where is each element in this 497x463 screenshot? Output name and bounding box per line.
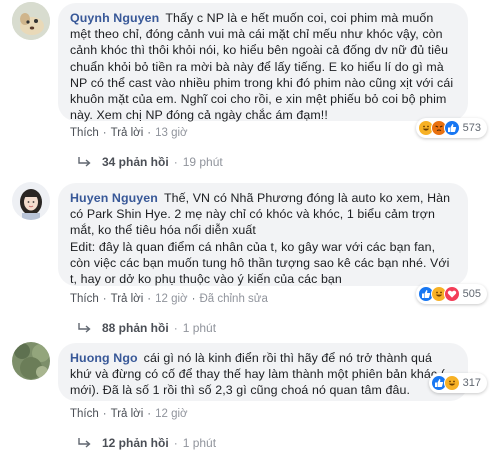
reply-button[interactable]: Trả lời [111, 293, 144, 305]
comment-timestamp[interactable]: 12 giờ [155, 408, 187, 420]
like-icon [443, 120, 460, 136]
avatar[interactable] [12, 2, 50, 40]
reply-button[interactable]: Trả lời [111, 408, 144, 420]
reaction-count: 573 [462, 122, 481, 134]
comment-text: Thấy c NP là e hết muốn coi, coi phim mà… [70, 11, 454, 123]
reaction-summary[interactable]: 505 [415, 284, 487, 304]
comment-author[interactable]: Huong Ngo [70, 351, 138, 365]
avatar[interactable] [12, 342, 50, 380]
reaction-count: 317 [462, 377, 481, 389]
reaction-count: 505 [462, 288, 481, 300]
edited-label[interactable]: Đã chỉnh sửa [199, 293, 267, 305]
comment-actions: Thích · Trả lời · 12 giờ [70, 408, 188, 420]
haha-icon [443, 375, 460, 391]
comments-section: Quynh Nguyen Thấy c NP là e hết muốn coi,… [0, 0, 497, 463]
avatar[interactable] [12, 182, 50, 220]
like-button[interactable]: Thích [70, 127, 99, 139]
reply-button[interactable]: Trả lời [111, 127, 144, 139]
comment-edit-text: Edit: đây là quan điểm cá nhân của t, ko… [70, 239, 450, 287]
reply-time: 1 phút [182, 321, 217, 335]
reply-arrow-icon [78, 157, 91, 167]
reply-count[interactable]: 34 phản hồi [102, 155, 169, 169]
comment-timestamp[interactable]: 13 giờ [155, 127, 187, 139]
comment-bubble: Huong Ngo cái gì nó là kinh điển rồi thì … [58, 343, 468, 401]
reply-count[interactable]: 12 phản hồi [102, 436, 169, 450]
reaction-summary[interactable]: 573 [415, 118, 487, 138]
like-button[interactable]: Thích [70, 293, 99, 305]
reply-count[interactable]: 88 phản hồi [102, 321, 169, 335]
comment-actions: Thích · Trả lời · 13 giờ [70, 127, 188, 139]
reaction-summary[interactable]: 317 [428, 373, 487, 393]
reply-time: 19 phút [182, 155, 223, 169]
reply-time: 1 phút [182, 436, 217, 450]
like-button[interactable]: Thích [70, 408, 99, 420]
comment-actions: Thích · Trả lời · 12 giờ · Đã chỉnh sửa [70, 293, 268, 305]
comment-bubble: Quynh Nguyen Thấy c NP là e hết muốn coi,… [58, 3, 468, 123]
reply-arrow-icon [78, 323, 91, 333]
view-replies-link[interactable]: 34 phản hồi · 19 phút [78, 155, 223, 169]
view-replies-link[interactable]: 12 phản hồi · 1 phút [78, 436, 216, 450]
comment-timestamp[interactable]: 12 giờ [155, 293, 187, 305]
comment-author[interactable]: Huyen Nguyen [70, 191, 158, 205]
comment-bubble: Huyen Nguyen Thế, VN có Nhã Phương đóng l… [58, 183, 468, 286]
view-replies-link[interactable]: 88 phản hồi · 1 phút [78, 321, 216, 335]
reply-arrow-icon [78, 438, 91, 448]
love-icon [443, 286, 460, 302]
comment-author[interactable]: Quynh Nguyen [70, 11, 159, 25]
